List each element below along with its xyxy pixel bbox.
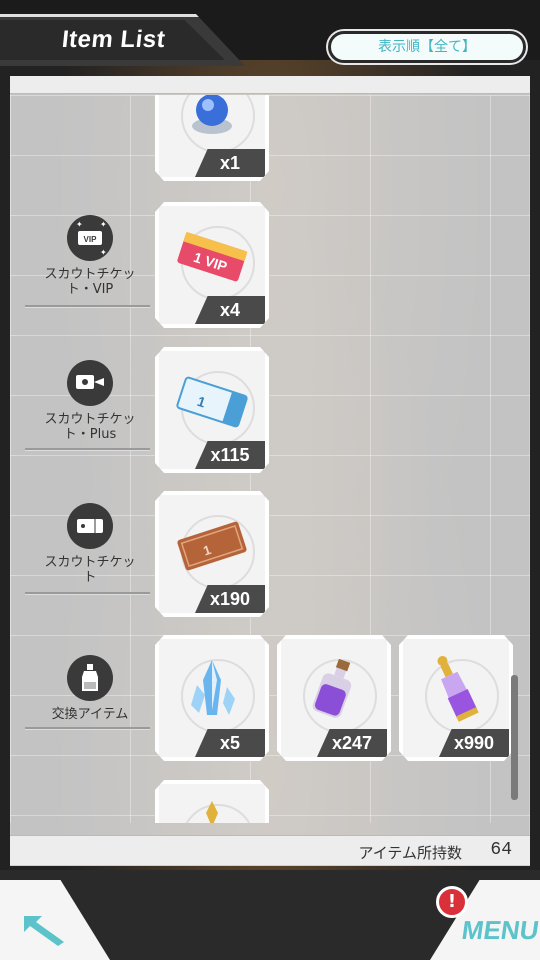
panel-top-bar (10, 76, 530, 94)
vip-ticket-icon: VIP ✦ ✦ ✦ (67, 215, 113, 261)
scrollbar[interactable] (511, 675, 518, 800)
category-scout-ticket: スカウトチケッ ト (20, 503, 160, 585)
sort-order-button[interactable]: 表示順【全て】 (328, 31, 526, 63)
category-divider (25, 592, 150, 595)
plus-ticket-icon (67, 360, 113, 406)
crystal-orb-item-icon (182, 95, 242, 144)
category-label-line2: ト (83, 570, 97, 585)
item-count: x247 (317, 729, 387, 757)
item-scroll-area[interactable]: VIP ✦ ✦ ✦ スカウトチケッ ト・VIP スカウトチケッ ト・Plus ス… (10, 95, 530, 823)
item-count: x115 (195, 441, 265, 469)
item-count: x4 (195, 296, 265, 324)
item-count: x1 (195, 149, 265, 177)
menu-label[interactable]: MENU (460, 915, 540, 946)
category-label-line2: ト・Plus (63, 427, 117, 442)
item-count-label: アイテム所持数 (358, 844, 462, 862)
vip-ticket-item-icon: 1 VIP (172, 227, 252, 291)
category-label-line2: ト・VIP (66, 282, 114, 297)
item-count-bar: アイテム所持数 64 (10, 835, 530, 865)
category-scout-ticket-vip: VIP ✦ ✦ ✦ スカウトチケッ ト・VIP (20, 215, 160, 297)
item-card[interactable]: x1 (155, 95, 269, 181)
item-card[interactable]: x247 (277, 635, 391, 761)
category-scout-ticket-plus: スカウトチケッ ト・Plus (20, 360, 160, 442)
item-card[interactable]: x990 (399, 635, 513, 761)
svg-text:✦: ✦ (100, 248, 107, 257)
item-card[interactable]: 1 VIP x4 (155, 202, 269, 328)
item-card[interactable] (155, 780, 269, 823)
item-count-value: 64 (490, 840, 512, 860)
category-label-line1: スカウトチケッ (44, 267, 136, 282)
svg-text:✦: ✦ (76, 220, 83, 229)
header: Item List 表示順【全て】 (0, 0, 540, 70)
item-card[interactable]: x5 (155, 635, 269, 761)
plus-ticket-item-icon: 1 (172, 372, 252, 436)
potion-bottle-icon (67, 655, 113, 701)
category-label-line1: スカウトチケッ (44, 555, 136, 570)
gold-item-icon (192, 797, 232, 823)
back-arrow-icon (24, 916, 64, 946)
category-label-line1: 交換アイテム (51, 707, 129, 722)
alert-icon: ! (436, 886, 468, 918)
item-count: x5 (195, 729, 265, 757)
category-divider (25, 727, 150, 730)
svg-text:✦: ✦ (100, 220, 107, 229)
gold-elixir-item-icon (421, 650, 491, 734)
item-card[interactable]: 1 x115 (155, 347, 269, 473)
category-divider (25, 305, 150, 308)
purple-potion-item-icon (299, 655, 369, 729)
blue-crystal-item-icon (177, 655, 247, 729)
category-exchange-items: 交換アイテム (20, 655, 160, 722)
svg-text:VIP: VIP (84, 235, 98, 244)
item-card[interactable]: 1 x190 (155, 491, 269, 617)
ticket-icon (67, 503, 113, 549)
category-label-line1: スカウトチケッ (44, 412, 136, 427)
item-count: x190 (195, 585, 265, 613)
page-title: Item List (60, 26, 167, 53)
scout-ticket-item-icon: 1 (172, 516, 252, 580)
category-divider (25, 448, 150, 451)
